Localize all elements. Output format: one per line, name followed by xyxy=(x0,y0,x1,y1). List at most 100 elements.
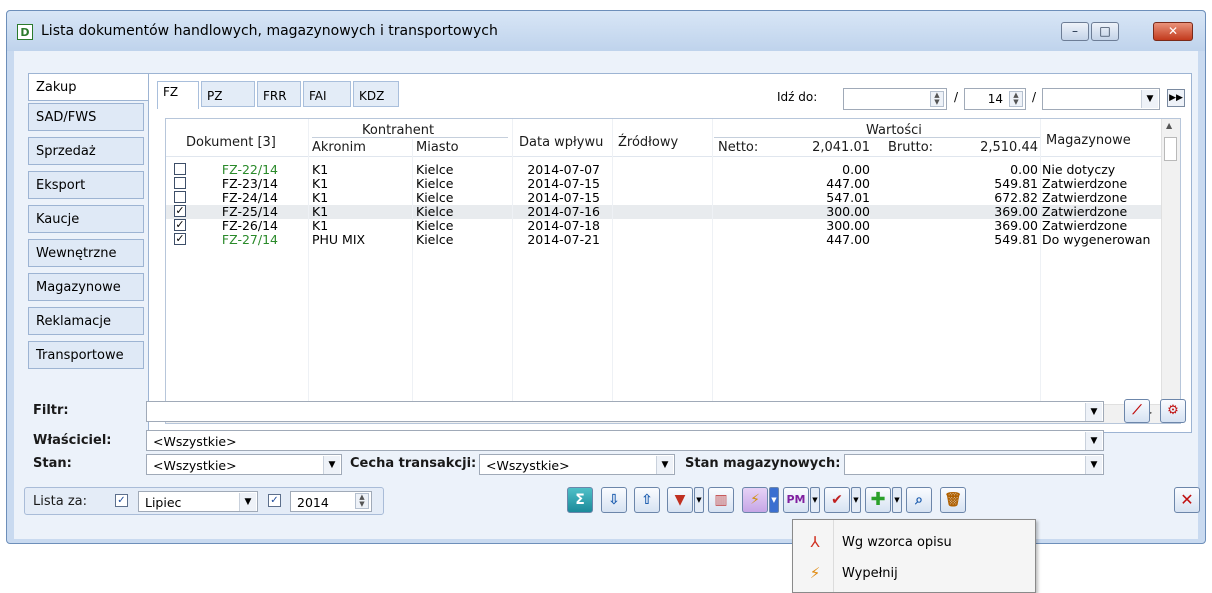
cecha-select[interactable]: <Wszystkie> ▼ xyxy=(479,454,675,475)
export-icon[interactable]: ⇩ xyxy=(601,487,627,513)
wlasciciel-value: <Wszystkie> xyxy=(153,434,237,449)
col-akronim[interactable]: Akronim xyxy=(312,140,366,155)
filter-settings-icon[interactable]: ⚙ xyxy=(1160,399,1186,423)
lista-za-month-checkbox[interactable]: ✓ xyxy=(115,494,128,507)
table-row[interactable]: ✓ FZ-26/14 K1 Kielce 2014-07-18 300.00 3… xyxy=(166,219,1162,233)
row-checkbox-checked[interactable]: ✓ xyxy=(174,233,186,245)
search-icon[interactable]: ⌕ xyxy=(906,487,932,513)
netto-cell: 447.00 xyxy=(826,176,870,191)
stan-label: Stan: xyxy=(33,456,72,471)
tab-wewnetrzne[interactable]: Wewnętrzne xyxy=(28,239,144,267)
tab-frr[interactable]: FRR xyxy=(257,81,301,107)
sum-icon[interactable]: Σ xyxy=(567,487,593,513)
goto-label: Idź do: xyxy=(777,90,818,104)
year-spinner[interactable]: 2014 ▲ ▼ xyxy=(290,491,372,512)
tab-kaucje[interactable]: Kaucje xyxy=(28,205,144,233)
stan-magazynowych-select[interactable]: ▼ xyxy=(844,454,1104,475)
chevron-down-icon[interactable]: ▼ xyxy=(1085,403,1102,421)
date-cell: 2014-07-07 xyxy=(527,162,600,177)
col-magazynowe[interactable]: Magazynowe xyxy=(1046,133,1131,148)
scroll-thumb[interactable] xyxy=(1164,137,1177,161)
lista-za-year-checkbox[interactable]: ✓ xyxy=(268,494,281,507)
chevron-down-icon[interactable]: ▼ xyxy=(239,493,256,511)
goto-field-1[interactable]: ▲ ▼ xyxy=(843,88,947,110)
tab-fz[interactable]: FZ xyxy=(157,81,199,109)
chevron-down-icon[interactable]: ▼ xyxy=(656,456,673,474)
minimize-button[interactable]: – xyxy=(1061,22,1089,41)
akronim-cell: K1 xyxy=(312,190,329,205)
pm-dropdown-chevron-down-icon[interactable]: ▼ xyxy=(810,487,820,513)
goto-field-3[interactable]: ▼ xyxy=(1042,88,1160,110)
row-checkbox-checked[interactable]: ✓ xyxy=(174,205,186,217)
goto-field-2[interactable]: 14 ▲ ▼ xyxy=(964,88,1026,110)
menu-item-wypelnij[interactable]: ⚡ Wypełnij xyxy=(794,558,1034,588)
brutto-total: 2,510.44 xyxy=(980,140,1038,155)
tab-transportowe[interactable]: Transportowe xyxy=(28,341,144,369)
table-row[interactable]: FZ-24/14 K1 Kielce 2014-07-15 547.01 672… xyxy=(166,191,1162,205)
tab-kdz[interactable]: KDZ xyxy=(353,81,399,107)
generate-icon[interactable]: ⚡ xyxy=(742,487,768,513)
chevron-down-icon[interactable]: ▼ xyxy=(1141,90,1158,108)
spin-arrows-icon[interactable]: ▲ ▼ xyxy=(930,91,944,107)
approve-dropdown-chevron-down-icon[interactable]: ▼ xyxy=(851,487,861,513)
wlasciciel-select[interactable]: <Wszystkie> ▼ xyxy=(146,430,1104,451)
row-checkbox[interactable] xyxy=(174,163,186,175)
menu-item-wg-wzorca-opisu[interactable]: ⅄ Wg wzorca opisu xyxy=(794,527,1034,557)
add-icon[interactable]: ✚ xyxy=(865,487,891,513)
table-row[interactable]: ✓ FZ-27/14 PHU MIX Kielce 2014-07-21 447… xyxy=(166,233,1162,247)
col-miasto[interactable]: Miasto xyxy=(416,140,459,155)
print-dropdown-chevron-down-icon[interactable]: ▼ xyxy=(694,487,704,513)
columns-icon[interactable]: ▥ xyxy=(708,487,734,513)
spin-arrows-icon[interactable]: ▲ ▼ xyxy=(1009,91,1023,107)
pm-icon[interactable]: PM xyxy=(783,487,809,513)
tab-fai[interactable]: FAI xyxy=(303,81,351,107)
table-row[interactable]: FZ-22/14 K1 Kielce 2014-07-07 0.00 0.00 … xyxy=(166,163,1162,177)
date-cell: 2014-07-15 xyxy=(527,190,600,205)
filtr-label: Filtr: xyxy=(33,403,69,418)
tab-zakup[interactable]: Zakup xyxy=(28,73,149,101)
tab-sad-fws[interactable]: SAD/FWS xyxy=(28,103,144,131)
generate-dropdown-chevron-down-icon[interactable]: ▼ xyxy=(769,487,779,513)
scroll-up-icon[interactable]: ▲ xyxy=(1166,121,1172,130)
col-separator xyxy=(1040,119,1041,405)
add-dropdown-chevron-down-icon[interactable]: ▼ xyxy=(892,487,902,513)
close-window-button[interactable]: ✕ xyxy=(1153,22,1193,41)
tab-reklamacje[interactable]: Reklamacje xyxy=(28,307,144,335)
row-checkbox[interactable] xyxy=(174,177,186,189)
chevron-down-icon[interactable]: ▼ xyxy=(1085,456,1102,474)
print-icon[interactable]: ▼ xyxy=(667,487,693,513)
title-bar: D Lista dokumentów handlowych, magazynow… xyxy=(7,11,1205,51)
chevron-down-icon[interactable]: ▼ xyxy=(323,456,340,474)
tab-eksport[interactable]: Eksport xyxy=(28,171,144,199)
col-dokument[interactable]: Dokument [3] xyxy=(186,135,276,150)
tab-pz[interactable]: PZ xyxy=(201,81,255,107)
spin-arrows-icon[interactable]: ▲ ▼ xyxy=(355,493,369,509)
tab-magazynowe[interactable]: Magazynowe xyxy=(28,273,144,301)
brutto-label: Brutto: xyxy=(888,140,934,155)
filtr-input[interactable]: ▼ xyxy=(146,401,1104,422)
month-select[interactable]: Lipiec ▼ xyxy=(138,491,258,512)
doc-number: FZ-23/14 xyxy=(221,176,278,191)
col-separator xyxy=(712,119,713,405)
miasto-cell: Kielce xyxy=(416,162,454,177)
stan-select[interactable]: <Wszystkie> ▼ xyxy=(146,454,342,475)
row-checkbox[interactable] xyxy=(174,191,186,203)
tab-sprzedaz[interactable]: Sprzedaż xyxy=(28,137,144,165)
doc-number: FZ-24/14 xyxy=(221,190,278,205)
table-row-selected[interactable]: ✓ FZ-25/14 K1 Kielce 2014-07-16 300.00 3… xyxy=(166,205,1162,219)
netto-cell: 300.00 xyxy=(826,204,870,219)
approve-icon[interactable]: ✔ xyxy=(824,487,850,513)
close-icon[interactable]: ✕ xyxy=(1174,487,1200,513)
maximize-button[interactable]: □ xyxy=(1091,22,1119,41)
col-zrodlowy[interactable]: Źródłowy xyxy=(618,135,678,150)
delete-icon[interactable]: 🗑 xyxy=(940,487,966,513)
clear-filter-icon[interactable]: ⟋ xyxy=(1124,399,1150,423)
share-icon[interactable]: ⇧ xyxy=(634,487,660,513)
fast-forward-icon[interactable]: ▶▶ xyxy=(1167,89,1185,107)
row-checkbox-checked[interactable]: ✓ xyxy=(174,219,186,231)
vertical-scrollbar[interactable]: ▲ xyxy=(1161,119,1180,405)
table-row[interactable]: FZ-23/14 K1 Kielce 2014-07-15 447.00 549… xyxy=(166,177,1162,191)
chevron-down-icon[interactable]: ▼ xyxy=(1085,432,1102,450)
brutto-cell: 0.00 xyxy=(1010,162,1038,177)
col-data-wplywu[interactable]: Data wpływu xyxy=(519,135,603,150)
